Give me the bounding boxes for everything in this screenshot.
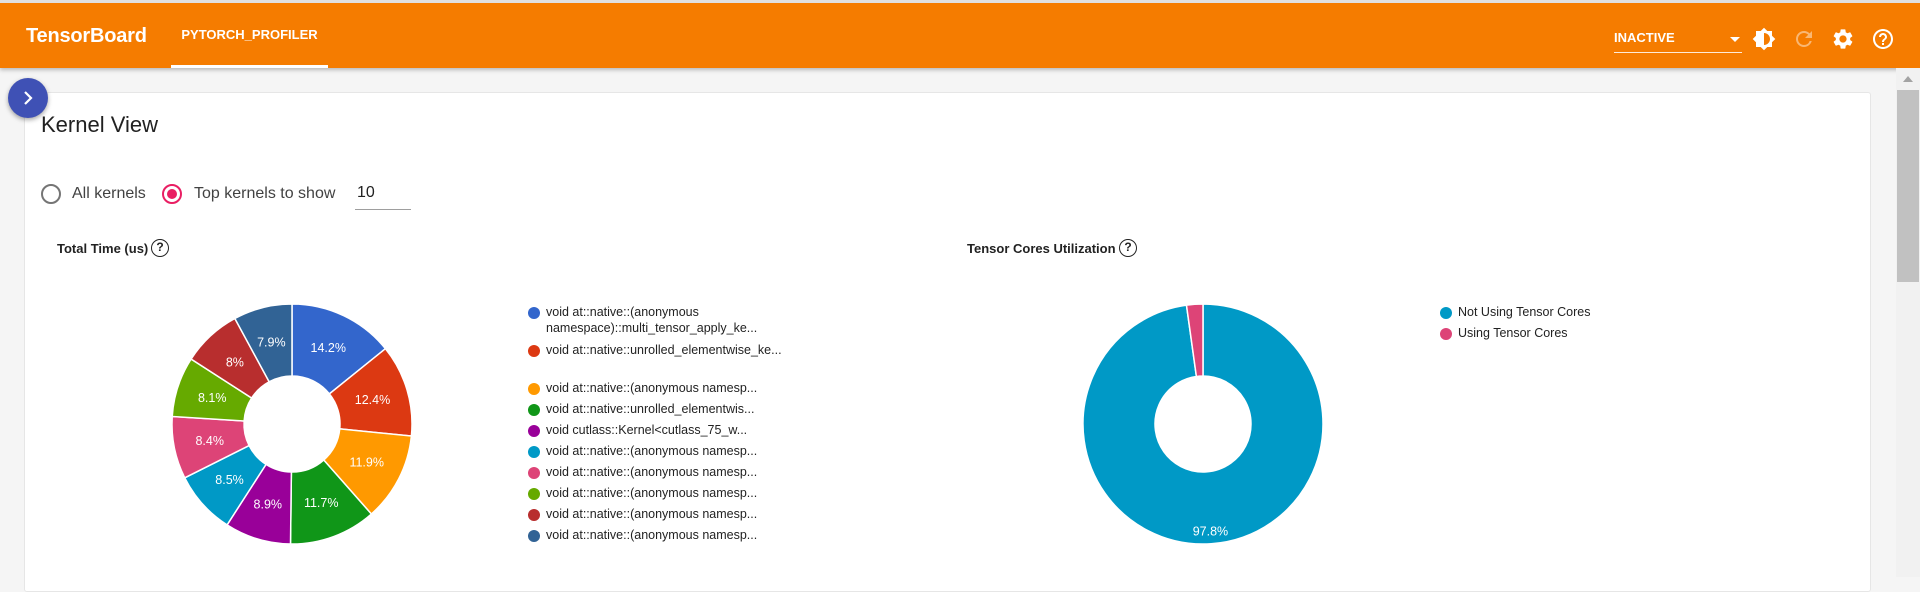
legend-label: void at::native::(anonymous namesp...	[546, 486, 758, 500]
expand-sidebar-button[interactable]	[8, 78, 48, 118]
slice-label: 11.7%	[304, 496, 339, 510]
slice-label: 8.9%	[254, 497, 283, 511]
legend-swatch	[1440, 328, 1452, 340]
legend-label: void at::native::(anonymous namesp...	[546, 381, 758, 395]
scrollbar-thumb[interactable]	[1897, 90, 1919, 282]
legend-swatch	[528, 425, 540, 437]
legend-label: void at::native::(anonymous namesp...	[546, 507, 758, 521]
slice-label: 12.4%	[355, 393, 390, 407]
charts-canvas: 14.2% 12.4% 11.9% 11.7% 8.9% 8.5% 8.4% 8.1% 8% 7.…	[171, 303, 1324, 545]
slice-label: 8.5%	[215, 473, 244, 487]
legend-swatch	[528, 509, 540, 521]
slice-label: 7.9%	[257, 336, 286, 350]
legend-swatch	[1440, 307, 1452, 319]
legend-label: void at::native::(anonymous namesp...	[546, 465, 758, 479]
legend-swatch	[528, 446, 540, 458]
slice-label: 8.1%	[198, 391, 227, 405]
legend-label: void at::native::unrolled_elementwis...	[546, 402, 755, 416]
slice-label: 8%	[226, 355, 244, 369]
legend-label: void at::native::(anonymous namesp...	[546, 528, 758, 542]
scroll-up-arrow-icon[interactable]	[1903, 76, 1913, 82]
legend-swatch	[528, 530, 540, 542]
legend-swatch	[528, 307, 540, 319]
slice-label: 97.8%	[1193, 525, 1228, 539]
chevron-right-icon	[24, 91, 33, 105]
legend-label: void at::native::unrolled_elementwise_ke…	[546, 343, 782, 357]
legend-label: void cutlass::Kernel<cutlass_75_w...	[546, 423, 748, 437]
legend-swatch	[528, 467, 540, 479]
legend-label: void at::native::(anonymous namesp...	[546, 444, 758, 458]
legend-label: Using Tensor Cores	[1458, 326, 1568, 340]
legend-swatch	[528, 404, 540, 416]
slice-label: 8.4%	[195, 434, 224, 448]
legend-label: void at::native::(anonymous namespace)::…	[546, 305, 758, 335]
legend-swatch	[528, 488, 540, 500]
slice-label: 11.9%	[349, 455, 384, 469]
legend-swatch	[528, 383, 540, 395]
legend-swatch	[528, 345, 540, 357]
legend-label: Not Using Tensor Cores	[1458, 305, 1591, 319]
slice-label: 14.2%	[311, 341, 346, 355]
